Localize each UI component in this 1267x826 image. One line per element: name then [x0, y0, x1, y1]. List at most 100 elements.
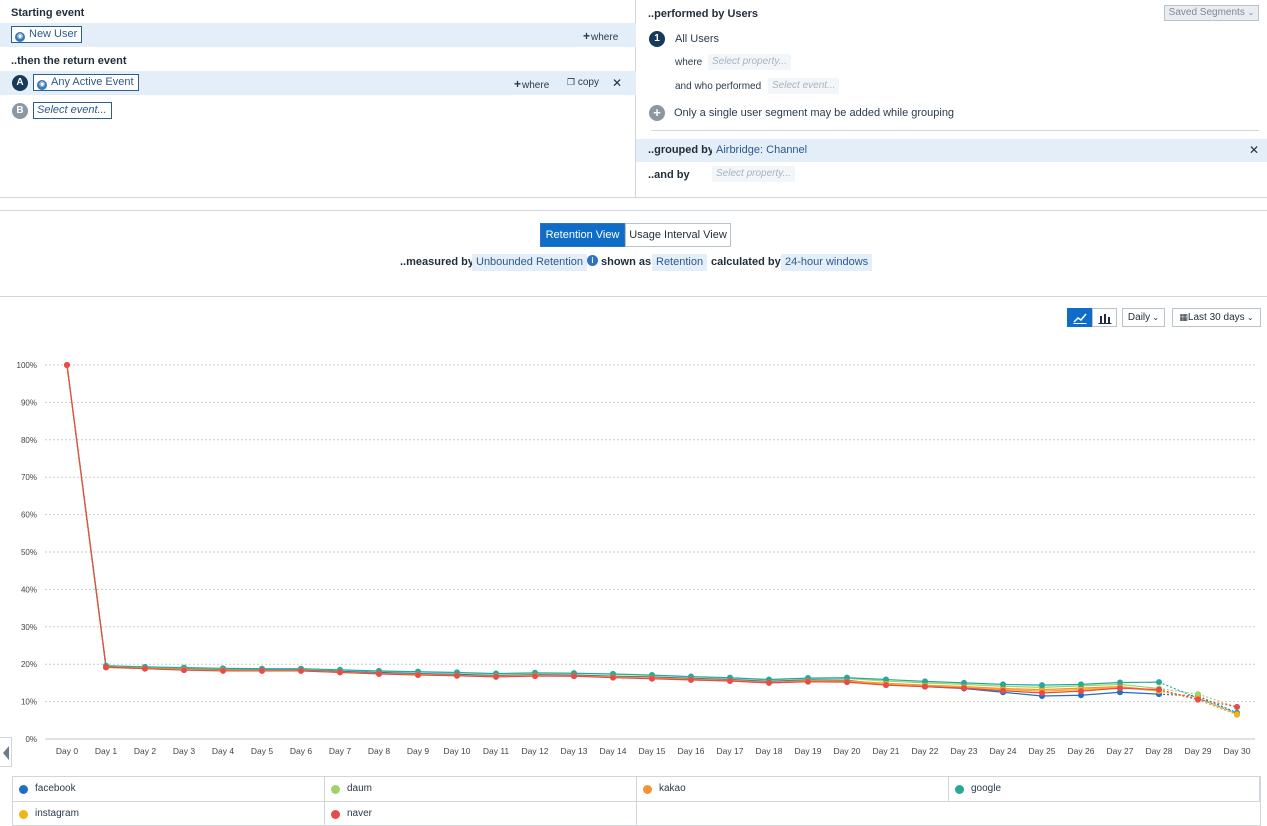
x-tick-label: Day 21	[873, 746, 900, 756]
legend-item-daum[interactable]: daum	[325, 777, 637, 802]
chevron-down-icon: ⌄	[1244, 313, 1254, 322]
info-icon[interactable]: i	[587, 255, 598, 266]
y-tick-label: 30%	[21, 623, 37, 632]
x-tick-label: Day 14	[600, 746, 627, 756]
starting-event-row	[0, 23, 636, 47]
x-tick-label: Day 28	[1146, 746, 1173, 756]
interval-dropdown[interactable]: Daily ⌄	[1122, 308, 1165, 327]
x-tick-label: Day 29	[1185, 746, 1212, 756]
data-point-naver	[1078, 688, 1084, 695]
data-point-google	[1156, 679, 1162, 686]
starting-where-button[interactable]: +where	[583, 29, 618, 43]
event-a-copy-button[interactable]: ❐ copy	[567, 77, 599, 88]
chevron-down-icon: ⌄	[1247, 8, 1255, 17]
segment-badge: 1	[649, 31, 665, 47]
y-tick-label: 80%	[21, 436, 37, 445]
y-tick-label: 50%	[21, 548, 37, 557]
segment-name[interactable]: All Users	[675, 33, 719, 45]
event-b-select[interactable]: Select event...	[33, 102, 112, 119]
y-tick-label: 0%	[25, 735, 37, 744]
and-by-property-select[interactable]: Select property...	[712, 166, 795, 182]
legend-item-facebook[interactable]: facebook	[13, 777, 325, 802]
event-b-badge: B	[12, 103, 28, 119]
line-chart-button[interactable]	[1067, 308, 1092, 327]
data-point-instagram	[1234, 711, 1240, 718]
data-point-naver	[532, 673, 538, 680]
bar-chart-button[interactable]	[1092, 308, 1117, 327]
data-point-naver	[922, 683, 928, 690]
x-tick-label: Day 19	[795, 746, 822, 756]
data-point-naver	[454, 672, 460, 679]
plus-icon: +	[583, 29, 591, 43]
x-tick-label: Day 1	[95, 746, 117, 756]
retention-view-tab[interactable]: Retention View	[540, 223, 625, 247]
data-point-google	[1000, 681, 1006, 688]
saved-segments-dropdown[interactable]: Saved Segments ⌄	[1164, 5, 1259, 21]
add-segment-icon[interactable]: +	[649, 105, 665, 121]
shown-as-select[interactable]: Retention	[652, 254, 708, 271]
globe-icon: ◉	[15, 32, 25, 42]
starting-event-name: New User	[29, 28, 78, 40]
y-tick-label: 70%	[21, 473, 37, 482]
x-tick-label: Day 6	[290, 746, 312, 756]
date-range-label: Last 30 days	[1187, 312, 1245, 323]
data-point-naver	[610, 674, 616, 681]
interval-label: Daily	[1127, 312, 1151, 323]
event-a-where-button[interactable]: +where	[514, 77, 549, 91]
x-tick-label: Day 7	[329, 746, 351, 756]
legend-swatch	[643, 785, 652, 794]
usage-interval-view-tab[interactable]: Usage Interval View	[625, 223, 731, 247]
legend-item-naver[interactable]: naver	[325, 802, 637, 826]
copy-icon: ❐	[567, 77, 576, 87]
data-point-naver	[688, 676, 694, 683]
where-property-select[interactable]: Select property...	[708, 54, 791, 70]
x-tick-label: Day 12	[522, 746, 549, 756]
legend-item-google[interactable]: google	[949, 777, 1260, 802]
x-tick-label: Day 27	[1107, 746, 1134, 756]
y-tick-label: 100%	[17, 361, 37, 370]
measurement-row: ..measured by Unbounded Retention i show…	[0, 254, 1267, 272]
data-point-google	[1078, 681, 1084, 688]
x-tick-label: Day 20	[834, 746, 861, 756]
divider	[0, 296, 1267, 297]
event-a-remove-icon[interactable]: ✕	[612, 76, 622, 90]
grouped-by-value[interactable]: Airbridge: Channel	[712, 142, 812, 159]
grouped-by-label: ..grouped by	[648, 144, 714, 156]
data-point-naver	[883, 682, 889, 689]
who-performed-event-select[interactable]: Select event...	[768, 78, 840, 94]
x-tick-label: Day 25	[1029, 746, 1056, 756]
segments-divider	[651, 130, 1259, 131]
calculated-by-select[interactable]: 24-hour windows	[781, 254, 873, 271]
collapse-panel-button[interactable]	[0, 737, 12, 767]
date-range-dropdown[interactable]: ▦Last 30 days ⌄	[1172, 308, 1261, 327]
data-point-naver	[493, 673, 499, 680]
y-tick-label: 20%	[21, 660, 37, 669]
event-a-chip[interactable]: ◉ Any Active Event	[33, 74, 139, 91]
y-tick-label: 60%	[21, 511, 37, 520]
calculated-by-label: calculated by	[711, 256, 781, 268]
grouped-by-remove-icon[interactable]: ✕	[1249, 143, 1259, 157]
starting-event-chip[interactable]: ◉ New User	[11, 26, 83, 43]
x-tick-label: Day 22	[912, 746, 939, 756]
series-line-google	[66, 364, 1160, 686]
data-point-naver	[766, 679, 772, 686]
series-line-naver	[66, 364, 1160, 694]
x-tick-label: Day 9	[407, 746, 429, 756]
legend-item-instagram[interactable]: instagram	[13, 802, 325, 826]
data-point-naver	[571, 673, 577, 680]
x-tick-label: Day 13	[561, 746, 588, 756]
data-point-naver	[142, 665, 148, 672]
legend-swatch	[331, 810, 340, 819]
legend-item-kakao[interactable]: kakao	[637, 777, 949, 802]
data-point-naver	[727, 678, 733, 685]
shown-as-label: shown as	[601, 256, 652, 268]
data-point-naver	[337, 669, 343, 676]
measured-by-select[interactable]: Unbounded Retention	[472, 254, 588, 271]
legend-swatch	[19, 810, 28, 819]
line-chart-icon	[1072, 313, 1087, 324]
series-line-instagram	[66, 364, 1160, 692]
starting-where-label: where	[591, 32, 619, 43]
legend-swatch	[331, 785, 340, 794]
series-line-facebook	[66, 364, 1160, 697]
data-point-naver	[1234, 703, 1240, 710]
